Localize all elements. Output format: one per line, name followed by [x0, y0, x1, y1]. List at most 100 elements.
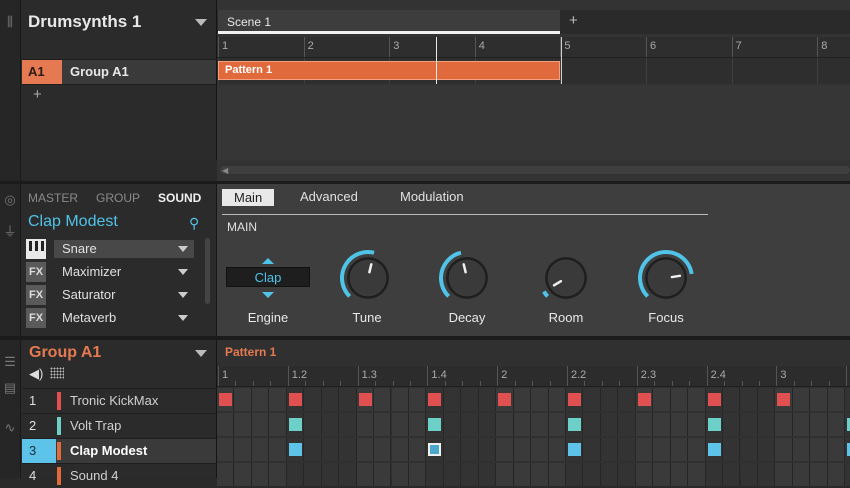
tab-main[interactable]: Main	[222, 189, 275, 206]
note-step[interactable]	[428, 393, 442, 406]
slot-metaverb[interactable]: FX Metaverb	[26, 308, 194, 328]
step-cell[interactable]	[845, 463, 850, 486]
step-cell[interactable]	[426, 463, 444, 486]
step-cell[interactable]	[217, 413, 235, 436]
step-cell[interactable]	[723, 413, 741, 436]
step-cell[interactable]	[304, 388, 322, 411]
pattern-clip[interactable]: Pattern 1	[218, 61, 560, 80]
step-cell[interactable]	[478, 463, 497, 486]
step-cell[interactable]	[531, 413, 549, 436]
step-cell[interactable]	[705, 463, 724, 486]
step-cell[interactable]	[688, 388, 706, 411]
note-step[interactable]	[219, 393, 232, 406]
step-cell[interactable]	[548, 463, 566, 486]
step-cell[interactable]	[217, 438, 235, 461]
sound-row-3[interactable]: 3 Clap Modest	[22, 438, 216, 463]
step-cell[interactable]	[391, 463, 409, 486]
step-cell[interactable]	[792, 438, 811, 461]
step-cell[interactable]	[583, 413, 601, 436]
slot-scrollbar[interactable]	[205, 238, 210, 304]
step-cell[interactable]	[408, 438, 427, 461]
step-cell[interactable]	[356, 413, 375, 436]
sound-row-2[interactable]: 2 Volt Trap	[22, 413, 216, 438]
step-cell[interactable]	[408, 463, 427, 486]
step-cell[interactable]	[251, 463, 270, 486]
list-icon[interactable]: ☰	[2, 354, 18, 370]
step-cell[interactable]	[339, 413, 357, 436]
piano-roll-icon[interactable]: ▤	[2, 380, 18, 396]
step-cell[interactable]	[757, 463, 776, 486]
add-scene-button[interactable]: +	[569, 12, 578, 29]
step-cell[interactable]	[251, 438, 270, 461]
step-cell[interactable]	[304, 438, 322, 461]
grid-icon[interactable]	[50, 367, 64, 379]
step-cell[interactable]	[688, 413, 706, 436]
note-step[interactable]	[288, 393, 302, 406]
step-cell[interactable]	[740, 388, 758, 411]
step-cell[interactable]	[845, 388, 850, 411]
step-cell[interactable]	[408, 388, 427, 411]
step-cell[interactable]	[478, 438, 497, 461]
tab-group[interactable]: GROUP	[96, 191, 140, 205]
step-cell[interactable]	[670, 413, 689, 436]
slot-snare[interactable]: Snare	[26, 239, 194, 259]
horizontal-scrollbar[interactable]	[220, 166, 850, 174]
scene-tab[interactable]: Scene 1	[218, 10, 560, 34]
step-cell[interactable]	[286, 463, 305, 486]
note-step[interactable]	[707, 393, 721, 406]
step-cell[interactable]	[600, 413, 619, 436]
step-cell[interactable]	[775, 463, 793, 486]
step-cell[interactable]	[757, 413, 776, 436]
step-cell[interactable]	[339, 438, 357, 461]
step-cell[interactable]	[478, 388, 497, 411]
step-cell[interactable]	[723, 438, 741, 461]
step-cell[interactable]	[670, 463, 689, 486]
step-cell[interactable]	[374, 388, 392, 411]
step-cell[interactable]	[792, 413, 811, 436]
step-cell[interactable]	[513, 463, 532, 486]
step-cell[interactable]	[670, 438, 689, 461]
step-cell[interactable]	[251, 388, 270, 411]
step-cell[interactable]	[374, 463, 392, 486]
step-cell[interactable]	[618, 388, 636, 411]
step-cell[interactable]	[827, 438, 846, 461]
chevron-down-icon[interactable]	[195, 19, 207, 26]
step-cell[interactable]	[513, 438, 532, 461]
step-cell[interactable]	[740, 438, 758, 461]
step-cell[interactable]	[234, 388, 252, 411]
step-cell[interactable]	[496, 438, 514, 461]
step-cell[interactable]	[461, 388, 479, 411]
step-cell[interactable]	[461, 438, 479, 461]
step-cell[interactable]	[740, 463, 758, 486]
step-cell[interactable]	[723, 463, 741, 486]
tab-modulation[interactable]: Modulation	[400, 189, 464, 204]
step-cell[interactable]	[304, 413, 322, 436]
step-cell[interactable]	[374, 413, 392, 436]
step-cell[interactable]	[217, 463, 235, 486]
step-cell[interactable]	[635, 413, 654, 436]
step-cell[interactable]	[653, 388, 671, 411]
step-cell[interactable]	[234, 463, 252, 486]
note-step[interactable]	[358, 393, 372, 406]
engine-down-icon[interactable]	[262, 292, 274, 298]
step-cell[interactable]	[269, 413, 287, 436]
step-cell[interactable]	[810, 388, 828, 411]
step-cell[interactable]	[304, 463, 322, 486]
speaker-icon[interactable]: ◀)	[29, 366, 43, 382]
note-step[interactable]	[568, 443, 581, 456]
step-cell[interactable]	[391, 388, 409, 411]
step-cell[interactable]	[635, 438, 654, 461]
step-cell[interactable]	[269, 438, 287, 461]
sound-row-4[interactable]: 4 Sound 4	[22, 463, 216, 488]
step-cell[interactable]	[583, 463, 601, 486]
step-cell[interactable]	[251, 413, 270, 436]
note-step[interactable]	[637, 393, 651, 406]
scroll-left-icon[interactable]: ◀	[222, 166, 228, 175]
pattern-ruler[interactable]: 1 1.2 1.3 1.4 2 2.2 2.3 2.4 3	[217, 366, 850, 387]
chevron-down-icon[interactable]	[178, 246, 188, 252]
step-cell[interactable]	[583, 438, 601, 461]
step-cell[interactable]	[757, 388, 776, 411]
step-cell[interactable]	[391, 438, 409, 461]
step-cell[interactable]	[600, 388, 619, 411]
step-cell[interactable]	[461, 463, 479, 486]
